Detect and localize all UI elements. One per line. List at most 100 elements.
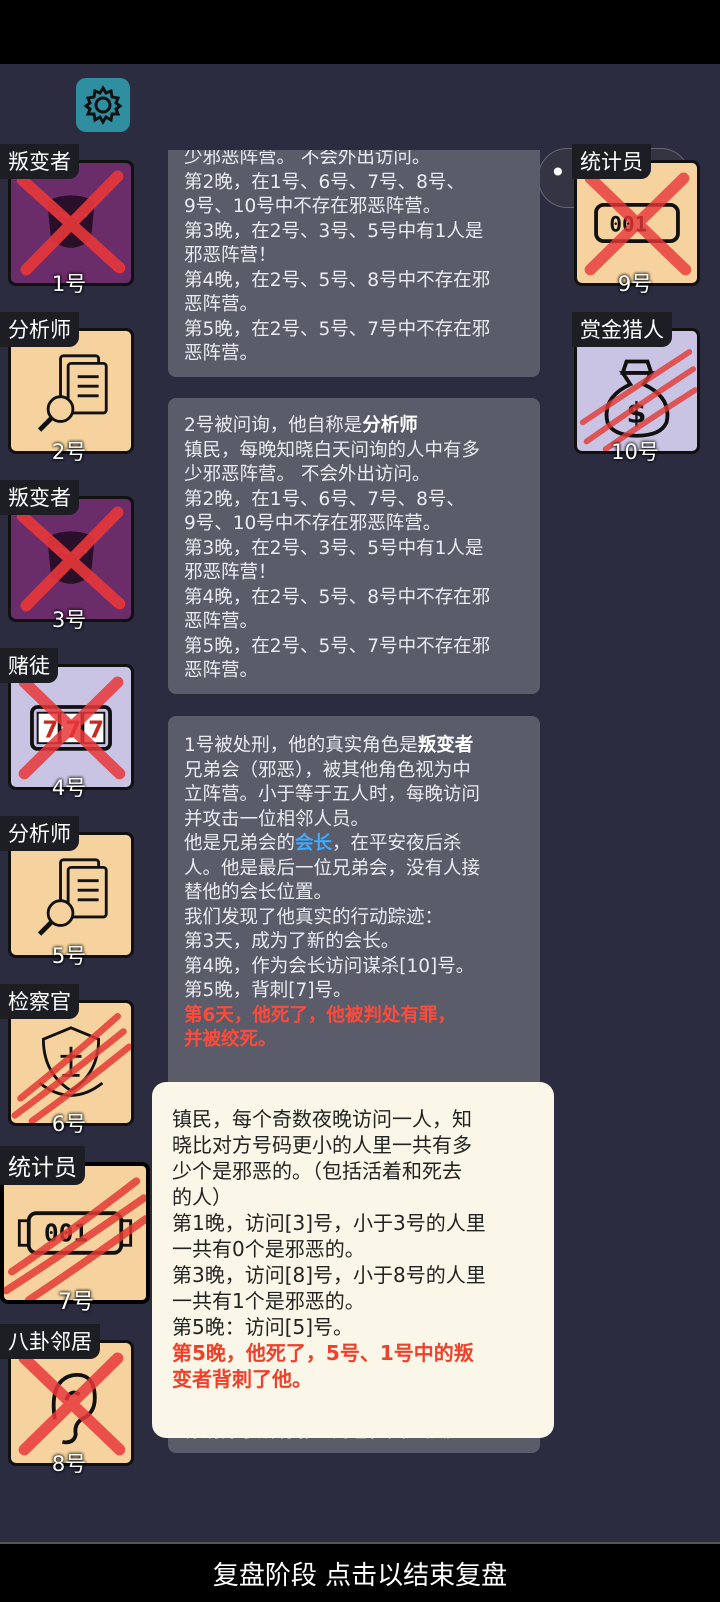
popup-line: 一共有1个是邪恶的。: [172, 1289, 365, 1313]
claw-marks-icon: [11, 1013, 131, 1123]
log-line: 第2晚，在1号、6号、7号、8号、: [184, 171, 465, 193]
seat-number: 2号: [51, 440, 87, 464]
seat-number: 7号: [58, 1290, 94, 1315]
popup-line: 第5晚：访问[5]号。: [172, 1315, 354, 1339]
player-card-10[interactable]: 赏金猎人 $ 10号: [566, 312, 704, 464]
popup-death-line: 第5晚，他死了，5号、1号中的叛: [172, 1341, 474, 1365]
leader-link[interactable]: 会长: [295, 833, 332, 854]
role-name: 叛变者: [417, 735, 474, 756]
role-tag: 叛变者: [0, 480, 79, 515]
log-entry-seat1-execution: 1号被处刑，他的真实角色是叛变者 兄弟会（邪恶），被其他角色视为中 立阵营。小于…: [168, 716, 540, 1096]
log-line: 1号被处刑，他的真实角色是叛变者: [184, 734, 526, 759]
log-line: 第3天，成为了新的会长。: [184, 931, 400, 952]
documents-magnifier-icon: [37, 354, 108, 432]
role-tag: 统计员: [0, 1146, 85, 1185]
role-tag: 赏金猎人: [572, 312, 672, 347]
player-card-5[interactable]: 分析师 5号: [0, 816, 138, 968]
log-line: 恶阵营。: [184, 343, 259, 364]
death-line: 第6天，他死了，他被判处有罪，: [184, 1004, 456, 1026]
x-cross-icon: [18, 1352, 126, 1456]
log-text: 他是兄弟会的: [184, 833, 296, 854]
log-line: 他是兄弟会的会长，在平安夜后杀: [184, 832, 526, 857]
end-review-button[interactable]: 复盘阶段 点击以结束复盘: [0, 1542, 720, 1602]
log-line: 第5晚，在2号、5号、7号中不存在邪: [184, 635, 491, 657]
log-line: 第4晚，作为会长访问谋杀[10]号。: [184, 955, 475, 977]
x-cross-icon: [16, 170, 126, 276]
log-entry-seat2-analyst: 少邪恶阵营。 不会外出访问。 第2晚，在1号、6号、7号、8号、 9号、10号中…: [168, 150, 540, 377]
log-line: 镇民，每晚知晓白天问询的人中有多: [184, 439, 481, 461]
log-line: 2号被问询，他自称是分析师: [184, 414, 526, 439]
popup-line: 的人）: [172, 1185, 232, 1209]
role-name: 分析师: [362, 415, 418, 436]
role-tag: 检察官: [0, 984, 79, 1019]
end-review-label: 复盘阶段 点击以结束复盘: [212, 1560, 508, 1591]
log-line: 第5晚，背刺[7]号。: [184, 980, 352, 1001]
seat-number: 3号: [51, 608, 87, 632]
log-line: 我们发现了他真实的行动踪迹：: [184, 906, 444, 928]
seat-number: 10号: [611, 440, 659, 464]
popup-line: 少个是邪恶的。（包括活着和死去: [172, 1159, 462, 1183]
log-text: ，在平安夜后杀: [332, 833, 462, 854]
role-tag: 统计员: [572, 144, 651, 179]
seat-number: 8号: [51, 1452, 87, 1476]
log-line: 第4晚，在2号、5号、8号中不存在邪: [184, 269, 491, 291]
x-cross-icon: [16, 506, 126, 612]
log-line: 人。他是最后一位兄弟会，没有人接: [184, 857, 481, 879]
gear-icon: [83, 85, 123, 125]
player-card-3[interactable]: 叛变者 3号: [0, 480, 138, 632]
x-cross-icon: [18, 676, 126, 780]
popup-line: 第1晚，访问[3]号，小于3号的人里: [172, 1211, 486, 1235]
role-tag: 赌徒: [0, 648, 58, 683]
log-line: 第4晚，在2号、5号、8号中不存在邪: [184, 586, 491, 608]
popup-line: 第3晚，访问[8]号，小于8号的人里: [172, 1263, 486, 1287]
role-tag: 分析师: [0, 312, 79, 347]
log-line: 第2晚，在1号、6号、7号、8号、: [184, 488, 465, 510]
log-line: 少邪恶阵营。 不会外出访问。: [184, 464, 431, 485]
log-line: 邪恶阵营！: [184, 245, 277, 266]
x-cross-icon: [584, 172, 692, 276]
log-line: 第5晚，在2号、5号、7号中不存在邪: [184, 318, 491, 340]
log-line: 替他的会长位置。: [184, 882, 333, 903]
documents-magnifier-icon: [37, 858, 108, 936]
log-line: 恶阵营。: [184, 294, 259, 315]
popup-death-line: 变者背刺了他。: [172, 1367, 312, 1391]
log-line: 恶阵营。: [184, 611, 259, 632]
seat-number: 4号: [51, 776, 87, 800]
player-card-7[interactable]: 统计员 001 7号: [0, 1146, 152, 1315]
log-line: 少邪恶阵营。 不会外出访问。: [184, 150, 431, 168]
log-line: 9号、10号中不存在邪恶阵营。: [184, 196, 442, 217]
popup-line: 晓比对方号码更小的人里一共有多: [172, 1133, 472, 1157]
seat-number: 5号: [51, 944, 87, 968]
claw-marks-icon: [579, 349, 697, 451]
role-tag: 叛变者: [0, 144, 79, 179]
settings-button[interactable]: [76, 78, 130, 132]
role-tag: 分析师: [0, 816, 79, 851]
popup-line: 镇民，每个奇数夜晚访问一人，知: [172, 1107, 472, 1131]
player-card-9[interactable]: 统计员 001 9号: [566, 144, 704, 296]
player-card-6[interactable]: 检察官 6号: [0, 984, 138, 1136]
log-line: 9号、10号中不存在邪恶阵营。: [184, 513, 442, 534]
role-detail-popup[interactable]: 镇民，每个奇数夜晚访问一人，知 晓比对方号码更小的人里一共有多 少个是邪恶的。（…: [152, 1082, 554, 1438]
role-tag: 八卦邻居: [0, 1324, 100, 1359]
log-line: 兄弟会（邪恶），被其他角色视为中: [184, 759, 471, 781]
log-line: 并攻击一位相邻人员。: [184, 808, 370, 830]
popup-line: 一共有0个是邪恶的。: [172, 1237, 365, 1261]
log-text: 1号被处刑，他的真实角色是: [184, 735, 418, 756]
log-line: 第3晚，在2号、3号、5号中有1人是: [184, 220, 484, 242]
player-card-4[interactable]: 赌徒 7 7 7 4号: [0, 648, 138, 800]
status-bar: [0, 0, 720, 64]
claw-marks-icon: [4, 1177, 146, 1300]
log-line: 恶阵营。: [184, 660, 259, 681]
player-card-2[interactable]: 分析师 2号: [0, 312, 138, 464]
log-text: 2号被问询，他自称是: [184, 415, 363, 436]
log-entry-seat2-claim: 2号被问询，他自称是分析师 镇民，每晚知晓白天问询的人中有多 少邪恶阵营。 不会…: [168, 398, 540, 694]
log-line: 邪恶阵营！: [184, 562, 277, 583]
player-card-1[interactable]: 叛变者 1号: [0, 144, 138, 296]
log-line: 立阵营。小于等于五人时，每晚访问: [184, 784, 481, 805]
seat-number: 1号: [51, 272, 87, 296]
seat-number: 6号: [51, 1112, 87, 1136]
seat-number: 9号: [617, 272, 653, 296]
log-line: 第3晚，在2号、3号、5号中有1人是: [184, 537, 484, 559]
player-card-8[interactable]: 八卦邻居 8号: [0, 1324, 138, 1476]
death-line: 并被绞死。: [184, 1029, 277, 1050]
